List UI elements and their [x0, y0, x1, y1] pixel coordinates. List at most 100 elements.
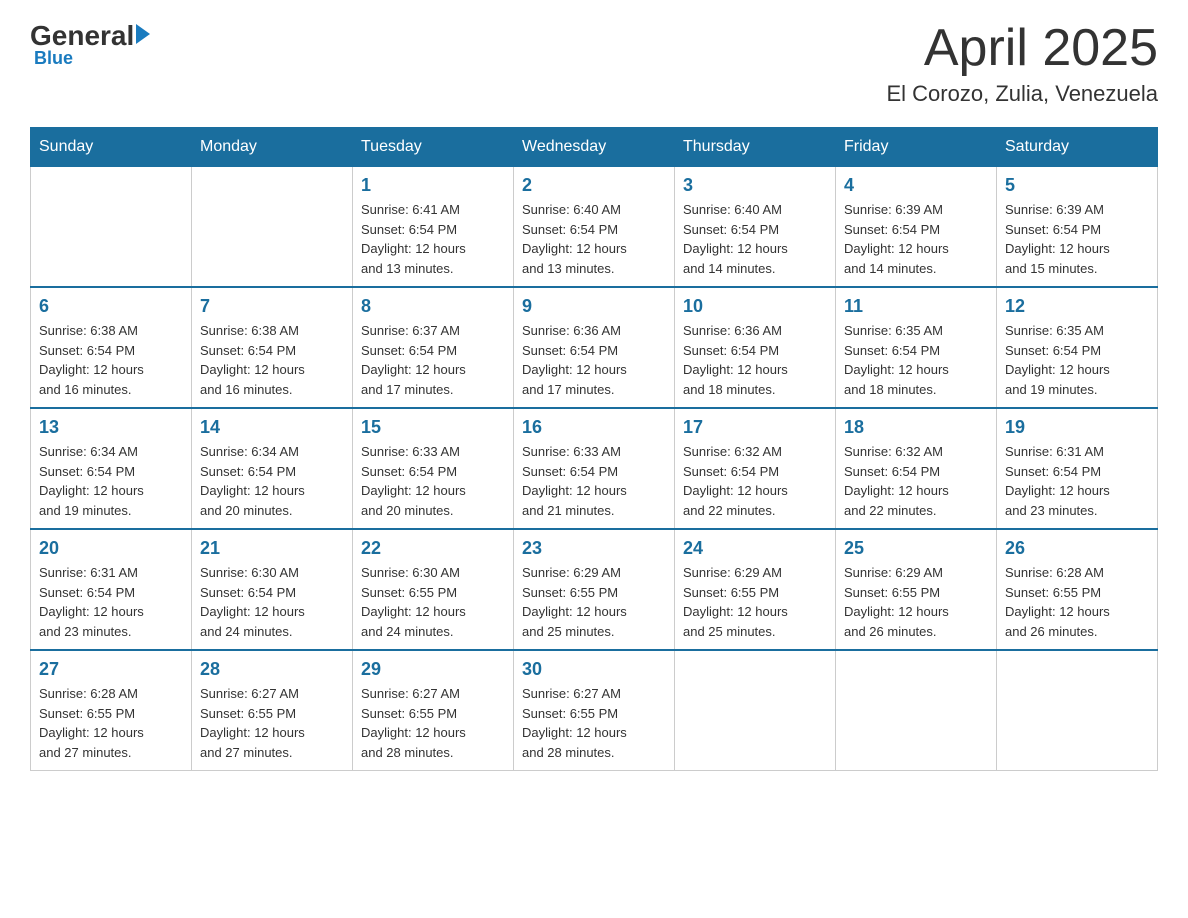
day-number: 5 [1005, 175, 1149, 196]
calendar-day-cell [836, 650, 997, 771]
day-number: 3 [683, 175, 827, 196]
calendar-day-cell: 8 Sunrise: 6:37 AM Sunset: 6:54 PM Daylig… [353, 287, 514, 408]
day-info: Sunrise: 6:32 AM Sunset: 6:54 PM Dayligh… [844, 442, 988, 520]
day-info: Sunrise: 6:30 AM Sunset: 6:54 PM Dayligh… [200, 563, 344, 641]
day-info: Sunrise: 6:37 AM Sunset: 6:54 PM Dayligh… [361, 321, 505, 399]
day-number: 12 [1005, 296, 1149, 317]
day-info: Sunrise: 6:35 AM Sunset: 6:54 PM Dayligh… [844, 321, 988, 399]
day-number: 15 [361, 417, 505, 438]
page-header: General Blue April 2025 El Corozo, Zulia… [30, 20, 1158, 107]
day-number: 26 [1005, 538, 1149, 559]
calendar-day-cell: 20 Sunrise: 6:31 AM Sunset: 6:54 PM Dayli… [31, 529, 192, 650]
logo-arrow-icon [136, 24, 150, 44]
calendar-day-cell: 23Sunrise: 6:29 AM Sunset: 6:55 PM Dayli… [514, 529, 675, 650]
day-number: 11 [844, 296, 988, 317]
day-info: Sunrise: 6:34 AM Sunset: 6:54 PM Dayligh… [200, 442, 344, 520]
day-number: 1 [361, 175, 505, 196]
calendar-day-cell: 7 Sunrise: 6:38 AM Sunset: 6:54 PM Daylig… [192, 287, 353, 408]
calendar-week-row: 6 Sunrise: 6:38 AM Sunset: 6:54 PM Daylig… [31, 287, 1158, 408]
calendar-day-cell: 6 Sunrise: 6:38 AM Sunset: 6:54 PM Daylig… [31, 287, 192, 408]
day-number: 2 [522, 175, 666, 196]
calendar-header-tuesday: Tuesday [353, 128, 514, 167]
calendar-week-row: 1 Sunrise: 6:41 AM Sunset: 6:54 PM Daylig… [31, 167, 1158, 288]
day-info: Sunrise: 6:33 AM Sunset: 6:54 PM Dayligh… [522, 442, 666, 520]
calendar-day-cell [31, 167, 192, 288]
calendar-day-cell: 28 Sunrise: 6:27 AM Sunset: 6:55 PM Dayli… [192, 650, 353, 771]
day-info: Sunrise: 6:36 AM Sunset: 6:54 PM Dayligh… [683, 321, 827, 399]
day-info: Sunrise: 6:39 AM Sunset: 6:54 PM Dayligh… [844, 200, 988, 278]
calendar-week-row: 13 Sunrise: 6:34 AM Sunset: 6:54 PM Dayli… [31, 408, 1158, 529]
calendar-day-cell: 10 Sunrise: 6:36 AM Sunset: 6:54 PM Dayli… [675, 287, 836, 408]
calendar-day-cell: 5 Sunrise: 6:39 AM Sunset: 6:54 PM Daylig… [997, 167, 1158, 288]
calendar-day-cell: 18Sunrise: 6:32 AM Sunset: 6:54 PM Dayli… [836, 408, 997, 529]
calendar-header-monday: Monday [192, 128, 353, 167]
day-info: Sunrise: 6:39 AM Sunset: 6:54 PM Dayligh… [1005, 200, 1149, 278]
day-number: 9 [522, 296, 666, 317]
calendar-day-cell: 11 Sunrise: 6:35 AM Sunset: 6:54 PM Dayli… [836, 287, 997, 408]
day-info: Sunrise: 6:40 AM Sunset: 6:54 PM Dayligh… [522, 200, 666, 278]
day-number: 16 [522, 417, 666, 438]
month-title: April 2025 [887, 20, 1159, 77]
day-info: Sunrise: 6:38 AM Sunset: 6:54 PM Dayligh… [39, 321, 183, 399]
calendar-header-saturday: Saturday [997, 128, 1158, 167]
calendar-day-cell: 29Sunrise: 6:27 AM Sunset: 6:55 PM Dayli… [353, 650, 514, 771]
day-info: Sunrise: 6:28 AM Sunset: 6:55 PM Dayligh… [1005, 563, 1149, 641]
calendar-week-row: 27Sunrise: 6:28 AM Sunset: 6:55 PM Dayli… [31, 650, 1158, 771]
title-section: April 2025 El Corozo, Zulia, Venezuela [887, 20, 1159, 107]
calendar-day-cell: 21 Sunrise: 6:30 AM Sunset: 6:54 PM Dayli… [192, 529, 353, 650]
day-info: Sunrise: 6:32 AM Sunset: 6:54 PM Dayligh… [683, 442, 827, 520]
day-info: Sunrise: 6:33 AM Sunset: 6:54 PM Dayligh… [361, 442, 505, 520]
logo: General Blue [30, 20, 150, 69]
day-info: Sunrise: 6:31 AM Sunset: 6:54 PM Dayligh… [39, 563, 183, 641]
day-info: Sunrise: 6:30 AM Sunset: 6:55 PM Dayligh… [361, 563, 505, 641]
calendar-day-cell [192, 167, 353, 288]
logo-blue-text: Blue [34, 48, 73, 69]
calendar-day-cell: 15 Sunrise: 6:33 AM Sunset: 6:54 PM Dayli… [353, 408, 514, 529]
calendar-header-row: SundayMondayTuesdayWednesdayThursdayFrid… [31, 128, 1158, 167]
day-number: 28 [200, 659, 344, 680]
day-info: Sunrise: 6:38 AM Sunset: 6:54 PM Dayligh… [200, 321, 344, 399]
day-info: Sunrise: 6:29 AM Sunset: 6:55 PM Dayligh… [844, 563, 988, 641]
calendar-day-cell: 26 Sunrise: 6:28 AM Sunset: 6:55 PM Dayli… [997, 529, 1158, 650]
day-info: Sunrise: 6:29 AM Sunset: 6:55 PM Dayligh… [683, 563, 827, 641]
day-number: 24 [683, 538, 827, 559]
calendar-day-cell: 4Sunrise: 6:39 AM Sunset: 6:54 PM Daylig… [836, 167, 997, 288]
calendar-day-cell: 27Sunrise: 6:28 AM Sunset: 6:55 PM Dayli… [31, 650, 192, 771]
day-number: 8 [361, 296, 505, 317]
day-number: 29 [361, 659, 505, 680]
day-info: Sunrise: 6:28 AM Sunset: 6:55 PM Dayligh… [39, 684, 183, 762]
calendar-day-cell: 1 Sunrise: 6:41 AM Sunset: 6:54 PM Daylig… [353, 167, 514, 288]
calendar-day-cell: 3 Sunrise: 6:40 AM Sunset: 6:54 PM Daylig… [675, 167, 836, 288]
day-info: Sunrise: 6:27 AM Sunset: 6:55 PM Dayligh… [522, 684, 666, 762]
calendar-header-friday: Friday [836, 128, 997, 167]
day-number: 14 [200, 417, 344, 438]
calendar-day-cell: 19 Sunrise: 6:31 AM Sunset: 6:54 PM Dayli… [997, 408, 1158, 529]
day-number: 17 [683, 417, 827, 438]
day-info: Sunrise: 6:41 AM Sunset: 6:54 PM Dayligh… [361, 200, 505, 278]
day-info: Sunrise: 6:27 AM Sunset: 6:55 PM Dayligh… [200, 684, 344, 762]
calendar-day-cell [997, 650, 1158, 771]
day-number: 10 [683, 296, 827, 317]
calendar-day-cell: 2 Sunrise: 6:40 AM Sunset: 6:54 PM Daylig… [514, 167, 675, 288]
calendar-day-cell: 22Sunrise: 6:30 AM Sunset: 6:55 PM Dayli… [353, 529, 514, 650]
calendar-header-wednesday: Wednesday [514, 128, 675, 167]
calendar-day-cell [675, 650, 836, 771]
calendar-day-cell: 25 Sunrise: 6:29 AM Sunset: 6:55 PM Dayli… [836, 529, 997, 650]
day-number: 19 [1005, 417, 1149, 438]
day-info: Sunrise: 6:40 AM Sunset: 6:54 PM Dayligh… [683, 200, 827, 278]
calendar-day-cell: 12Sunrise: 6:35 AM Sunset: 6:54 PM Dayli… [997, 287, 1158, 408]
calendar-header-thursday: Thursday [675, 128, 836, 167]
calendar-day-cell: 9Sunrise: 6:36 AM Sunset: 6:54 PM Daylig… [514, 287, 675, 408]
day-info: Sunrise: 6:31 AM Sunset: 6:54 PM Dayligh… [1005, 442, 1149, 520]
calendar-day-cell: 13 Sunrise: 6:34 AM Sunset: 6:54 PM Dayli… [31, 408, 192, 529]
day-number: 13 [39, 417, 183, 438]
day-info: Sunrise: 6:29 AM Sunset: 6:55 PM Dayligh… [522, 563, 666, 641]
day-number: 21 [200, 538, 344, 559]
day-number: 20 [39, 538, 183, 559]
day-number: 7 [200, 296, 344, 317]
calendar-header-sunday: Sunday [31, 128, 192, 167]
calendar-table: SundayMondayTuesdayWednesdayThursdayFrid… [30, 127, 1158, 771]
day-number: 25 [844, 538, 988, 559]
day-number: 6 [39, 296, 183, 317]
day-info: Sunrise: 6:34 AM Sunset: 6:54 PM Dayligh… [39, 442, 183, 520]
